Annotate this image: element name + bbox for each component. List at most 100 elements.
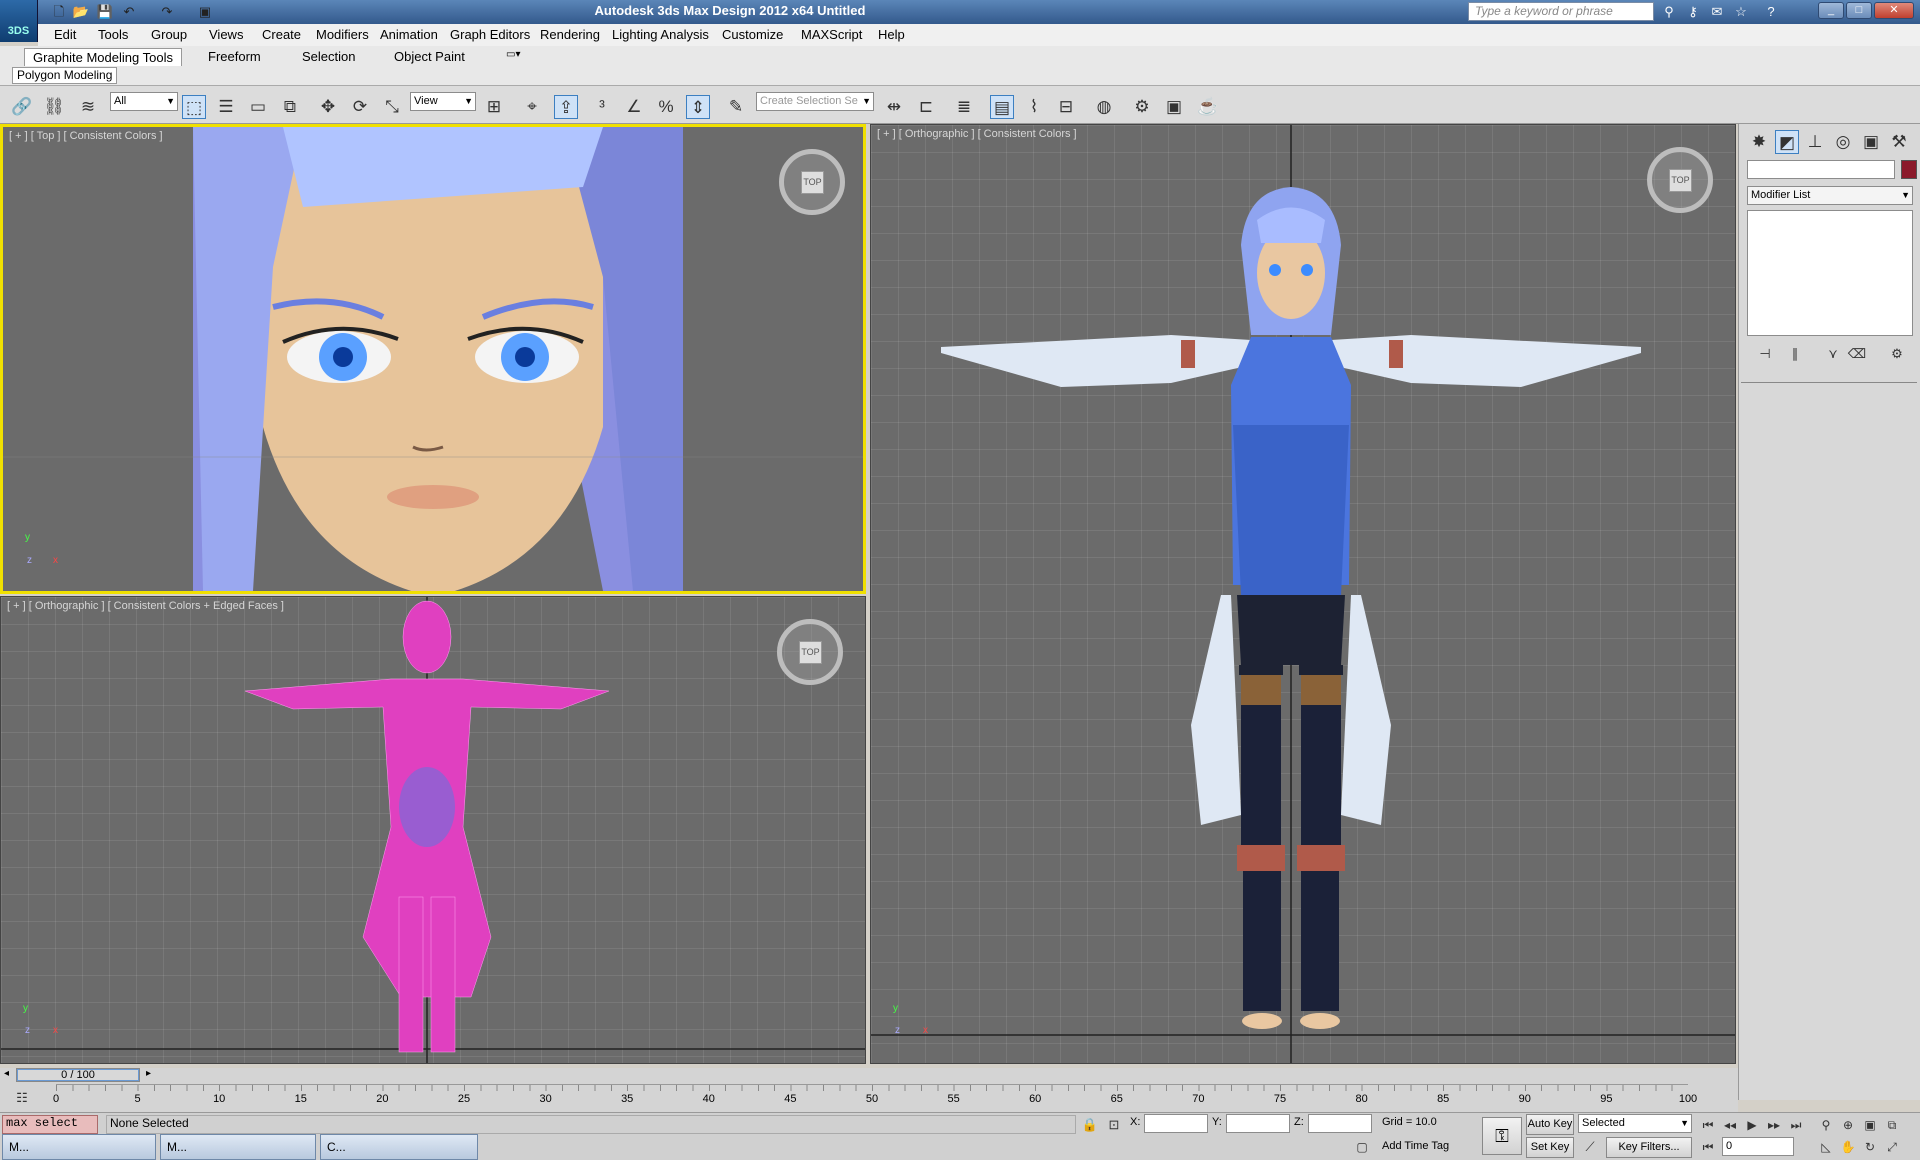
next-frame-arrow-icon[interactable]: ▸ [146,1068,151,1079]
select-and-manipulate-icon[interactable]: ⌖ [520,95,544,119]
menu-help[interactable]: Help [878,27,905,42]
viewport-top[interactable]: [ + ] [ Top ] [ Consistent Colors ] TOP … [0,124,866,594]
menu-rendering[interactable]: Rendering [540,27,600,42]
viewport-orthographic-wireframe[interactable]: [ + ] [ Orthographic ] [ Consistent Colo… [0,596,866,1064]
tab-freeform[interactable]: Freeform [200,48,269,66]
viewport-wireframe-label[interactable]: [ + ] [ Orthographic ] [ Consistent Colo… [7,600,284,612]
menu-graph-editors[interactable]: Graph Editors [450,27,530,42]
restore-button[interactable]: □ [1846,2,1872,19]
tab-object-paint[interactable]: Object Paint [386,48,473,66]
menu-edit[interactable]: Edit [54,27,76,42]
pan-view-icon[interactable]: ✋ [1836,1135,1860,1159]
select-and-rotate-icon[interactable]: ⟳ [348,95,372,119]
go-to-start-icon[interactable]: ⏮ [1696,1113,1720,1137]
viewcube-face[interactable]: TOP [799,641,822,664]
viewcube[interactable]: TOP [777,619,843,685]
zoom-all-icon[interactable]: ⊕ [1836,1113,1860,1137]
select-by-name-icon[interactable]: ☰ [214,95,238,119]
pivot-center-icon[interactable]: ⊞ [482,95,506,119]
help-icon[interactable]: ? [1762,3,1780,21]
menu-modifiers[interactable]: Modifiers [316,27,369,42]
material-editor-icon[interactable]: ◍ [1092,95,1116,119]
angle-snap-icon[interactable]: ∠ [622,95,646,119]
viewcube-face[interactable]: TOP [801,171,824,194]
bind-space-warp-icon[interactable]: ≋ [76,95,100,119]
tab-selection[interactable]: Selection [294,48,363,66]
remove-modifier-icon[interactable]: ⌫ [1845,342,1869,366]
menu-group[interactable]: Group [151,27,187,42]
motion-panel-icon[interactable]: ◎ [1831,130,1855,154]
hierarchy-panel-icon[interactable]: ⊥ [1803,130,1827,154]
timeline-ruler[interactable]: 0 5 10 15 20 25 30 35 40 45 50 55 60 65 70 75 80 85 90 95 10… [53,1084,1697,1114]
display-panel-icon[interactable]: ▣ [1859,130,1883,154]
tab-graphite-modeling-tools[interactable]: Graphite Modeling Tools [24,48,182,66]
zoom-extents-icon[interactable]: ▣ [1858,1113,1882,1137]
taskbar-item-3[interactable]: C... [320,1134,478,1160]
application-button[interactable]: 3DS [0,0,38,42]
close-button[interactable]: ✕ [1874,2,1914,19]
current-frame-field[interactable]: 0 [1722,1137,1794,1156]
set-key-mode-icon[interactable]: ⚿ [1482,1117,1522,1155]
orbit-icon[interactable]: ↻ [1858,1135,1882,1159]
viewport-top-label[interactable]: [ + ] [ Top ] [ Consistent Colors ] [9,130,163,142]
create-panel-icon[interactable]: ✸ [1747,130,1771,154]
taskbar-item-1[interactable]: M... [2,1134,156,1160]
named-selection-dropdown[interactable]: Create Selection Se ▼ [756,92,874,111]
render-setup-icon[interactable]: ⚙ [1130,95,1154,119]
modifier-stack[interactable] [1747,210,1913,336]
time-slider[interactable]: 0 / 100 [17,1069,139,1081]
maxscript-listener[interactable]: max select [2,1115,98,1134]
align-icon[interactable]: ⊏ [914,95,938,119]
utilities-panel-icon[interactable]: ⚒ [1887,130,1911,154]
ribbon-options-icon[interactable]: ▭▾ [498,48,528,66]
curve-editor-icon[interactable]: ⌇ [1022,95,1046,119]
lock-selection-icon[interactable]: 🔒 [1078,1113,1102,1137]
key-mode-toggle-icon[interactable]: ⏮ [1696,1135,1720,1159]
viewport-orthographic-character[interactable]: [ + ] [ Orthographic ] [ Consistent Colo… [870,124,1736,1064]
x-coordinate-field[interactable] [1144,1114,1208,1133]
select-and-link-icon[interactable]: 🔗 [10,95,34,119]
z-coordinate-field[interactable] [1308,1114,1372,1133]
selection-filter-dropdown[interactable]: All ▼ [110,92,178,111]
viewcube[interactable]: TOP [779,149,845,215]
make-unique-icon[interactable]: ⋎ [1821,342,1845,366]
unlink-icon[interactable]: ⛓ [42,95,66,119]
maximize-viewport-icon[interactable]: ⤢ [1880,1135,1904,1159]
viewport-right-label[interactable]: [ + ] [ Orthographic ] [ Consistent Colo… [877,128,1077,140]
previous-frame-icon[interactable]: ◂◂ [1718,1113,1742,1137]
menu-tools[interactable]: Tools [98,27,128,42]
previous-frame-arrow-icon[interactable]: ◂ [4,1068,9,1079]
y-coordinate-field[interactable] [1226,1114,1290,1133]
zoom-extents-all-icon[interactable]: ⧉ [1880,1113,1904,1137]
tab-polygon-modeling[interactable]: Polygon Modeling [12,67,118,84]
reference-coordinate-dropdown[interactable]: View ▼ [410,92,476,111]
rendered-frame-window-icon[interactable]: ▣ [1162,95,1186,119]
key-filters-button[interactable]: Key Filters... [1606,1137,1692,1158]
object-name-field[interactable] [1747,160,1895,179]
menu-create[interactable]: Create [262,27,301,42]
auto-key-button[interactable]: Auto Key [1526,1114,1574,1135]
play-icon[interactable]: ▶ [1740,1113,1764,1137]
select-object-icon[interactable]: ⬚ [182,95,206,119]
keyboard-shortcut-override-icon[interactable]: ⇪ [554,95,578,119]
show-end-result-icon[interactable]: ∥ [1783,342,1807,366]
menu-maxscript[interactable]: MAXScript [801,27,862,42]
configure-modifier-sets-icon[interactable]: ⚙ [1885,342,1909,366]
schematic-view-icon[interactable]: ⊟ [1054,95,1078,119]
rectangular-selection-icon[interactable]: ▭ [246,95,270,119]
menu-animation[interactable]: Animation [380,27,438,42]
modifier-list-dropdown[interactable]: Modifier List ▼ [1747,186,1913,205]
add-time-tag-button[interactable]: Add Time Tag [1382,1140,1449,1152]
search-input[interactable]: Type a keyword or phrase [1468,2,1654,21]
menu-customize[interactable]: Customize [722,27,783,42]
menu-lighting-analysis[interactable]: Lighting Analysis [612,27,709,42]
modify-panel-icon[interactable]: ◩ [1775,130,1799,154]
zoom-icon[interactable]: ⚲ [1814,1113,1838,1137]
taskbar-item-2[interactable]: M... [160,1134,316,1160]
mini-curve-editor-icon[interactable]: ☷ [10,1086,34,1110]
default-tangents-icon[interactable]: ⟋ [1578,1135,1602,1159]
window-crossing-icon[interactable]: ⧉ [278,95,302,119]
go-to-end-icon[interactable]: ⏭ [1784,1113,1808,1137]
render-production-icon[interactable]: ☕ [1196,95,1220,119]
communication-center-icon[interactable]: ✉ [1708,3,1726,21]
